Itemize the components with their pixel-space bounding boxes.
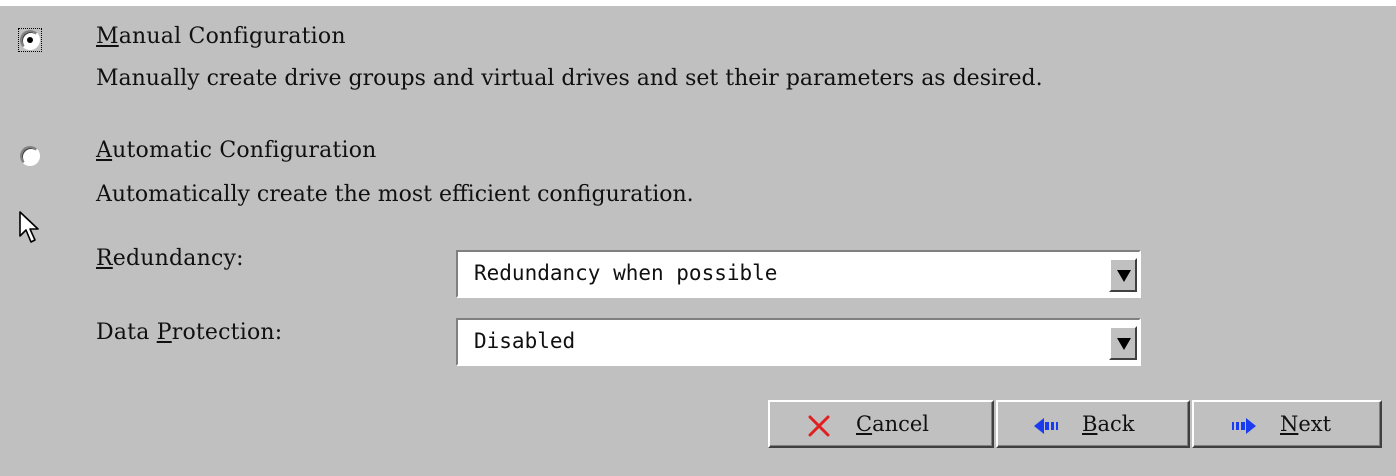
redundancy-select[interactable]: Redundancy when possible [456,250,1141,298]
mnemonic: P [156,320,172,345]
chevron-down-icon [1117,270,1131,282]
label-text: ack [1097,412,1135,436]
data-protection-dropdown-button[interactable] [1109,326,1137,360]
back-label: Back [1082,412,1134,436]
label-text: anual Configuration [118,24,346,49]
mnemonic: M [96,24,119,49]
manual-config-description: Manually create drive groups and virtual… [96,66,1043,91]
cancel-label: Cancel [856,412,929,436]
configuration-wizard-panel: Manual Configuration Manually create dri… [0,0,1396,476]
redundancy-value: Redundancy when possible [474,261,778,285]
chevron-down-icon [1117,338,1131,350]
data-protection-label: Data Protection: [96,320,282,345]
redundancy-dropdown-button[interactable] [1109,258,1137,292]
next-button[interactable]: Next [1192,400,1382,448]
label-text: rotection: [171,320,283,345]
mnemonic: R [96,246,113,271]
automatic-config-description: Automatically create the most efficient … [96,182,694,207]
x-icon [808,415,830,437]
label-prefix: Data [96,320,157,345]
data-protection-select[interactable]: Disabled [456,318,1141,366]
mnemonic: N [1280,412,1299,436]
label-text: edundancy: [112,246,244,271]
mnemonic: A [96,138,113,163]
label-text: ext [1298,412,1332,436]
manual-config-radio[interactable] [18,28,42,52]
mnemonic: B [1082,412,1098,436]
mouse-pointer-icon [19,211,39,243]
back-button[interactable]: Back [996,400,1190,448]
automatic-config-label[interactable]: Automatic Configuration [96,138,377,163]
radio-selected-dot [27,37,33,43]
cancel-button[interactable]: Cancel [768,400,994,448]
label-text: utomatic Configuration [112,138,377,163]
mnemonic: C [856,412,873,436]
automatic-config-radio[interactable] [20,146,40,166]
label-text: ancel [872,412,930,436]
next-label: Next [1280,412,1331,436]
data-protection-value: Disabled [474,329,576,353]
top-border [0,0,1396,6]
arrow-right-icon [1232,418,1256,434]
manual-config-label[interactable]: Manual Configuration [96,24,346,49]
redundancy-label: Redundancy: [96,246,244,271]
arrow-left-icon [1034,418,1058,434]
